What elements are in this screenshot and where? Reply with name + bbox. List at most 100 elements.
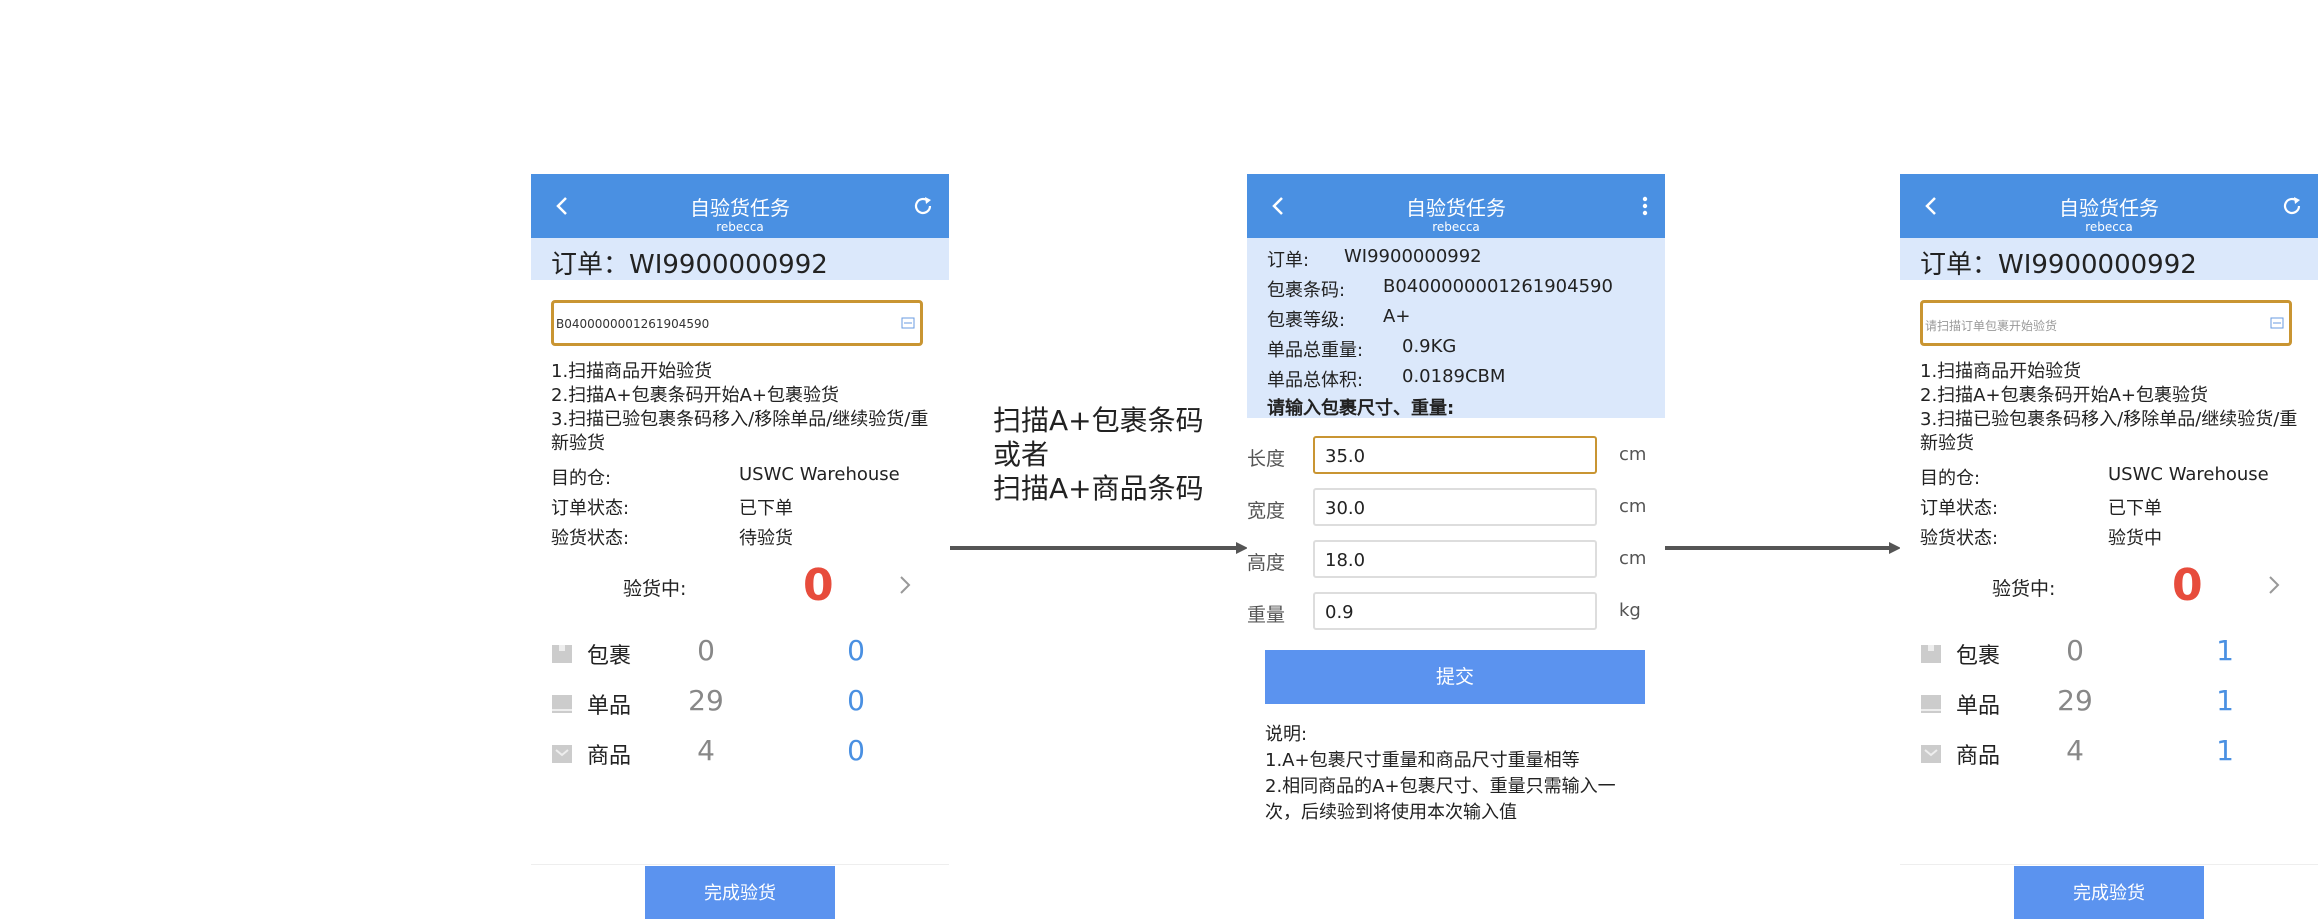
row-checked: 0 xyxy=(847,734,865,767)
field-value: 验货中 xyxy=(2108,528,2162,549)
row-name: 包裹 xyxy=(587,644,632,669)
summary-row-package[interactable]: 包裹 0 1 xyxy=(1920,634,2300,674)
page-title: 自验货任务 xyxy=(1406,196,1506,220)
screen-task-in-progress: 自验货任务 rebecca 订单：WI9900000992 请扫描订单包裹开始验… xyxy=(1900,174,2318,919)
summary-row-item[interactable]: 单品 29 0 xyxy=(551,684,931,724)
info-label: 包裹条码: xyxy=(1267,280,1346,301)
row-total: 29 xyxy=(2057,684,2093,717)
form-label: 重量 xyxy=(1247,604,1286,626)
field-destination: 目的仓: USWC Warehouse xyxy=(1920,464,2269,490)
form-label: 高度 xyxy=(1247,552,1286,574)
order-header: 订单：WI9900000992 xyxy=(531,238,949,280)
info-label: 单品总体积: xyxy=(1267,370,1364,391)
more-vertical-icon[interactable] xyxy=(1627,194,1651,218)
scan-input[interactable]: 请扫描订单包裹开始验货 xyxy=(1920,300,2292,346)
info-value: A+ xyxy=(1383,306,1411,327)
summary-row-item[interactable]: 单品 29 1 xyxy=(1920,684,2300,724)
summary-row-product[interactable]: 商品 4 0 xyxy=(551,734,931,774)
row-name: 单品 xyxy=(587,694,632,719)
row-checked: 0 xyxy=(847,634,865,667)
dimensions-prompt: 请输入包裹尺寸、重量: xyxy=(1267,398,1455,419)
summary-row-package[interactable]: 包裹 0 0 xyxy=(551,634,931,674)
package-icon xyxy=(1921,645,1941,663)
instruction-step: 3.扫描已验包裹条码移入/移除单品/继续验货/重新验货 xyxy=(1920,409,2298,454)
screen-package-dimensions: 自验货任务 rebecca 订单: WI9900000992 包裹条码: B04… xyxy=(1247,174,1665,919)
app-bar: 自验货任务 rebecca xyxy=(531,174,949,238)
field-value: USWC Warehouse xyxy=(739,464,900,485)
checking-label: 验货中: xyxy=(623,578,687,600)
caption-line-3: 扫描A+商品条码 xyxy=(993,472,1204,505)
app-bar: 自验货任务 rebecca xyxy=(1900,174,2318,238)
checking-label: 验货中: xyxy=(1992,578,2056,600)
order-number: 订单：WI9900000992 xyxy=(551,250,828,280)
field-label: 目的仓: xyxy=(1920,468,1981,489)
field-label: 验货状态: xyxy=(551,528,630,549)
app-bar: 自验货任务 rebecca xyxy=(1247,174,1665,238)
row-total: 29 xyxy=(688,684,724,717)
field-label: 订单状态: xyxy=(1920,498,1999,519)
summary-row-product[interactable]: 商品 4 1 xyxy=(1920,734,2300,774)
checking-row[interactable]: 验货中: 0 xyxy=(531,560,949,611)
checking-count: 0 xyxy=(2172,560,2203,611)
scan-icon[interactable] xyxy=(2269,315,2285,331)
field-label: 目的仓: xyxy=(551,468,612,489)
note-item: 2.相同商品的A+包裹尺寸、重量只需输入一次，后续验到将使用本次输入值 xyxy=(1265,776,1616,823)
field-order-status: 订单状态: 已下单 xyxy=(551,494,793,520)
flow-arrow-2 xyxy=(1665,546,1893,550)
scan-input[interactable]: B0400000001261904590 xyxy=(551,300,923,346)
row-name: 单品 xyxy=(1956,694,2001,719)
page-subtitle: rebecca xyxy=(2085,220,2133,234)
instructions: 1.扫描商品开始验货 2.扫描A+包裹条码开始A+包裹验货 3.扫描已验包裹条码… xyxy=(551,360,931,456)
weight-input[interactable]: 0.9 xyxy=(1313,592,1597,630)
package-info: 订单: WI9900000992 包裹条码: B0400000001261904… xyxy=(1247,238,1665,419)
width-input[interactable]: 30.0 xyxy=(1313,488,1597,526)
info-label: 包裹等级: xyxy=(1267,310,1346,331)
instructions: 1.扫描商品开始验货 2.扫描A+包裹条码开始A+包裹验货 3.扫描已验包裹条码… xyxy=(1920,360,2300,456)
height-input[interactable]: 18.0 xyxy=(1313,540,1597,578)
info-value: 0.9KG xyxy=(1402,336,1457,357)
flow-caption: 扫描A+包裹条码 或者 扫描A+商品条码 xyxy=(993,404,1204,506)
field-order-status: 订单状态: 已下单 xyxy=(1920,494,2162,520)
instruction-step: 3.扫描已验包裹条码移入/移除单品/继续验货/重新验货 xyxy=(551,409,929,454)
finish-check-button[interactable]: 完成验货 xyxy=(2014,866,2204,919)
bottom-divider xyxy=(1900,864,2318,865)
item-icon xyxy=(552,695,572,713)
field-value: 待验货 xyxy=(739,528,793,549)
scan-value: B0400000001261904590 xyxy=(556,317,710,331)
note-item: 1.A+包裹尺寸重量和商品尺寸重量相等 xyxy=(1265,750,1580,771)
refresh-icon[interactable] xyxy=(911,194,935,218)
form-row-length: 长度 35.0 cm xyxy=(1247,436,1665,474)
field-check-status: 验货状态: 待验货 xyxy=(551,524,793,550)
field-label: 订单状态: xyxy=(551,498,630,519)
order-number: 订单：WI9900000992 xyxy=(1920,250,2197,280)
form-row-width: 宽度 30.0 cm xyxy=(1247,488,1665,526)
page-title: 自验货任务 xyxy=(2059,196,2159,220)
refresh-icon[interactable] xyxy=(2280,194,2304,218)
length-input[interactable]: 35.0 xyxy=(1313,436,1597,474)
row-total: 4 xyxy=(697,734,715,767)
form-label: 长度 xyxy=(1247,448,1286,470)
chevron-right-icon xyxy=(2269,576,2280,594)
caption-line-2: 或者 xyxy=(993,438,1050,471)
info-label: 订单: xyxy=(1267,250,1310,271)
form-unit: kg xyxy=(1619,600,1641,621)
info-value: B0400000001261904590 xyxy=(1383,276,1613,297)
scan-icon[interactable] xyxy=(900,315,916,331)
bottom-divider xyxy=(531,864,949,865)
product-icon xyxy=(552,745,572,763)
row-checked: 1 xyxy=(2216,634,2234,667)
page-title: 自验货任务 xyxy=(690,196,790,220)
form-label: 宽度 xyxy=(1247,500,1286,522)
field-label: 验货状态: xyxy=(1920,528,1999,549)
finish-check-button[interactable]: 完成验货 xyxy=(645,866,835,919)
form-unit: cm xyxy=(1619,444,1647,465)
chevron-right-icon xyxy=(900,576,911,594)
row-checked: 1 xyxy=(2216,684,2234,717)
submit-button[interactable]: 提交 xyxy=(1265,650,1645,704)
checking-row[interactable]: 验货中: 0 xyxy=(1900,560,2318,611)
notes-heading: 说明: xyxy=(1265,724,1308,745)
info-label: 单品总重量: xyxy=(1267,340,1364,361)
field-check-status: 验货状态: 验货中 xyxy=(1920,524,2162,550)
form-row-height: 高度 18.0 cm xyxy=(1247,540,1665,578)
instruction-step: 2.扫描A+包裹条码开始A+包裹验货 xyxy=(1920,385,2208,406)
